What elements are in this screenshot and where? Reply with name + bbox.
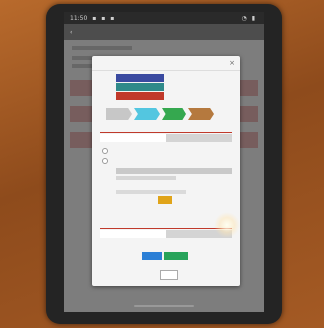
flow-step-2[interactable] [134,108,160,120]
bottom-button-1[interactable] [142,252,162,260]
radio-button[interactable] [102,148,108,154]
section-1-tab-1[interactable] [100,134,166,142]
modal-header: × [92,56,240,71]
tablet-frame: 11:50 ▪ ▪ ▪ ◔ ▮ ‹ × [46,4,282,324]
section-2-tab-1[interactable] [100,230,166,238]
close-button[interactable] [160,270,178,280]
section-2-rule [100,228,232,229]
modal-btn-1[interactable] [116,74,164,82]
section-2-tabs [100,230,232,238]
input-field[interactable] [116,176,176,180]
flow-step-4[interactable] [188,108,214,120]
submit-button[interactable] [158,196,172,204]
tablet-screen: 11:50 ▪ ▪ ▪ ◔ ▮ ‹ × [64,12,264,312]
input-field[interactable] [116,190,186,194]
app-bar: ‹ [64,24,264,40]
flow-step-1[interactable] [106,108,132,120]
input-field[interactable] [116,168,232,174]
wifi-icon: ◔ [241,14,247,22]
notification-icon: ▪ [110,14,115,22]
modal-btn-3[interactable] [116,92,164,100]
battery-icon: ▮ [251,14,255,22]
light-glare [214,212,240,238]
section-1-rule [100,132,232,133]
back-icon[interactable]: ‹ [70,29,72,36]
home-indicator[interactable] [134,305,194,307]
notification-icon: ▪ [92,14,97,22]
close-icon[interactable]: × [229,59,235,67]
radio-button[interactable] [102,158,108,164]
section-1-tabs [100,134,232,142]
bottom-button-2[interactable] [164,252,188,260]
modal-dialog: × [92,56,240,286]
notification-icon: ▪ [101,14,106,22]
clock: 11:50 [70,14,88,22]
flow-step-3[interactable] [162,108,186,120]
status-bar: 11:50 ▪ ▪ ▪ ◔ ▮ [64,12,264,24]
section-1-tab-2[interactable] [166,134,232,142]
modal-btn-2[interactable] [116,83,164,91]
